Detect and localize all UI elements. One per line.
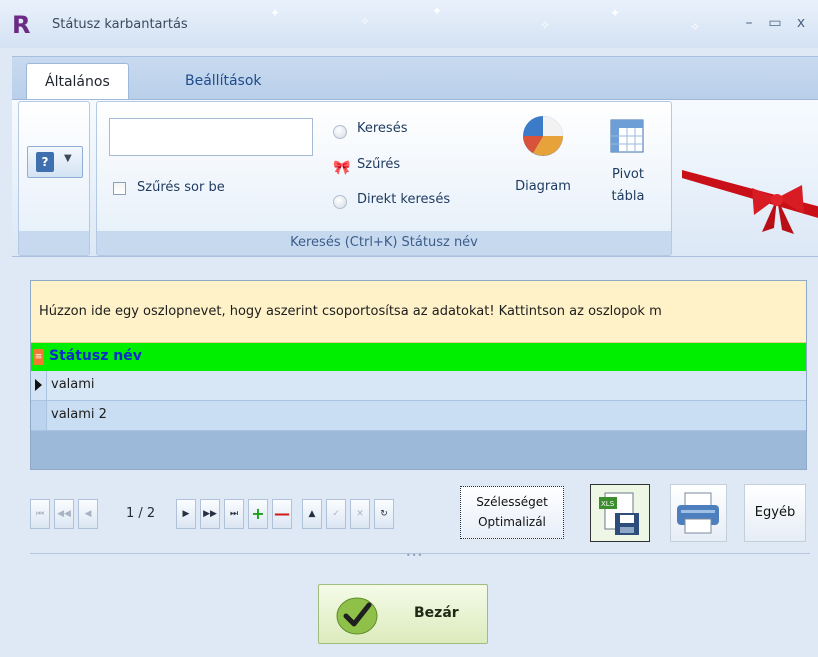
move-up-button[interactable]: ▲ (302, 499, 322, 529)
status-name-cell[interactable]: valami (51, 377, 95, 392)
search-option-label[interactable]: Keresés (357, 121, 407, 136)
ribbon-group-help: ? ▼ (18, 101, 90, 256)
group-caption-empty (19, 231, 89, 255)
printer-icon (677, 492, 719, 534)
refresh-button[interactable]: ↻ (374, 499, 394, 529)
add-record-button[interactable]: + (248, 499, 268, 529)
next-page-button[interactable]: ▶▶ (200, 499, 220, 529)
sparkle-icon: ✧ (360, 14, 371, 28)
decorative-ribbon-bow (682, 170, 818, 234)
filter-row-checkbox[interactable] (113, 182, 126, 195)
group-by-panel[interactable]: Húzzon ide egy oszlopnevet, hogy aszerin… (31, 281, 806, 343)
ribbon-group-search: Szűrés sor be Keresés 🎀 Szűrés Direkt ke… (96, 101, 672, 256)
title-bar: R Státusz karbantartás ✦ ✧ ✦ ✧ ✦ ✧ – ▭ x (0, 0, 818, 48)
direct-search-option-label[interactable]: Direkt keresés (357, 192, 450, 207)
next-record-button[interactable]: ▶ (176, 499, 196, 529)
grid-header-row: ≡ Státusz név (31, 343, 806, 371)
pivot-table-icon[interactable] (607, 116, 647, 156)
search-radio[interactable] (333, 125, 347, 139)
table-row[interactable]: valami 2 (31, 401, 806, 431)
record-navigator: ⏮ ◀◀ ◀ 1 / 2 ▶ ▶▶ ⏭ + — ▲ ✓ ✕ ↻ Szélessé… (30, 484, 810, 544)
cancel-edit-button[interactable]: ✕ (350, 499, 370, 529)
search-input[interactable] (109, 118, 313, 156)
xls-badge-text: XLS (601, 500, 615, 508)
pivot-button-label[interactable]: Pivot tábla (593, 164, 663, 208)
help-dropdown-button[interactable]: ? ▼ (27, 146, 83, 178)
row-indicator[interactable] (31, 371, 47, 400)
status-name-cell[interactable]: valami 2 (51, 407, 107, 422)
current-row-arrow-icon (35, 379, 42, 391)
previous-record-button[interactable]: ◀ (78, 499, 98, 529)
data-grid: Húzzon ide egy oszlopnevet, hogy aszerin… (30, 280, 807, 470)
close-button[interactable]: Bezár (318, 584, 488, 644)
sparkle-icon: ✧ (690, 20, 701, 34)
ribbon-tabstrip: Általános Beállítások (12, 56, 818, 102)
window-title: Státusz karbantartás (52, 17, 188, 32)
tab-settings[interactable]: Beállítások (167, 63, 280, 101)
sparkle-icon: ✧ (540, 18, 551, 32)
pivot-label-line-2: tábla (611, 189, 645, 204)
print-button[interactable] (670, 484, 727, 542)
optimize-label-line-2: Optimalizál (478, 515, 546, 529)
save-edit-button[interactable]: ✓ (326, 499, 346, 529)
sparkle-icon: ✦ (270, 6, 281, 20)
direct-search-radio[interactable] (333, 195, 347, 209)
filter-row-label[interactable]: Szűrés sor be (137, 180, 225, 195)
pivot-label-line-1: Pivot (612, 167, 644, 182)
chevron-down-icon: ▼ (64, 153, 72, 164)
other-options-button[interactable]: Egyéb (744, 484, 806, 542)
ribbon-bow-icon[interactable]: 🎀 (333, 160, 350, 176)
search-group-caption: Keresés (Ctrl+K) Státusz név (97, 231, 671, 255)
optimize-label-line-1: Szélességet (476, 495, 548, 509)
row-indicator[interactable] (31, 401, 47, 430)
sparkle-icon: ✦ (610, 6, 621, 20)
table-row[interactable]: valami (31, 371, 806, 401)
export-excel-button[interactable]: XLS (590, 484, 650, 542)
minimize-button[interactable]: – (738, 12, 760, 34)
excel-save-icon: XLS (599, 492, 639, 535)
app-logo: R (12, 11, 31, 39)
tab-general[interactable]: Általános (26, 63, 129, 102)
column-chooser-icon[interactable]: ≡ (33, 349, 44, 365)
ribbon: ? ▼ Szűrés sor be Keresés 🎀 Szűrés Direk… (12, 99, 818, 257)
maximize-button[interactable]: ▭ (764, 12, 786, 34)
optimize-width-button[interactable]: Szélességet Optimalizál (460, 486, 564, 539)
close-window-button[interactable]: x (790, 12, 812, 34)
help-book-icon: ? (36, 152, 54, 172)
column-header-status-name[interactable]: Státusz név (49, 348, 142, 364)
group-by-hint: Húzzon ide egy oszlopnevet, hogy aszerin… (39, 304, 662, 319)
delete-record-button[interactable]: — (272, 499, 292, 529)
pie-chart-icon[interactable] (521, 114, 565, 158)
page-indicator: 1 / 2 (126, 506, 156, 521)
diagram-button-label[interactable]: Diagram (497, 179, 589, 194)
last-record-button[interactable]: ⏭ (224, 499, 244, 529)
previous-page-button[interactable]: ◀◀ (54, 499, 74, 529)
checkmark-icon (336, 597, 378, 635)
filter-option-label[interactable]: Szűrés (357, 157, 400, 172)
splitter-grip[interactable]: ••• (406, 551, 423, 560)
close-button-label: Bezár (414, 605, 459, 621)
sparkle-icon: ✦ (432, 4, 443, 18)
first-record-button[interactable]: ⏮ (30, 499, 50, 529)
